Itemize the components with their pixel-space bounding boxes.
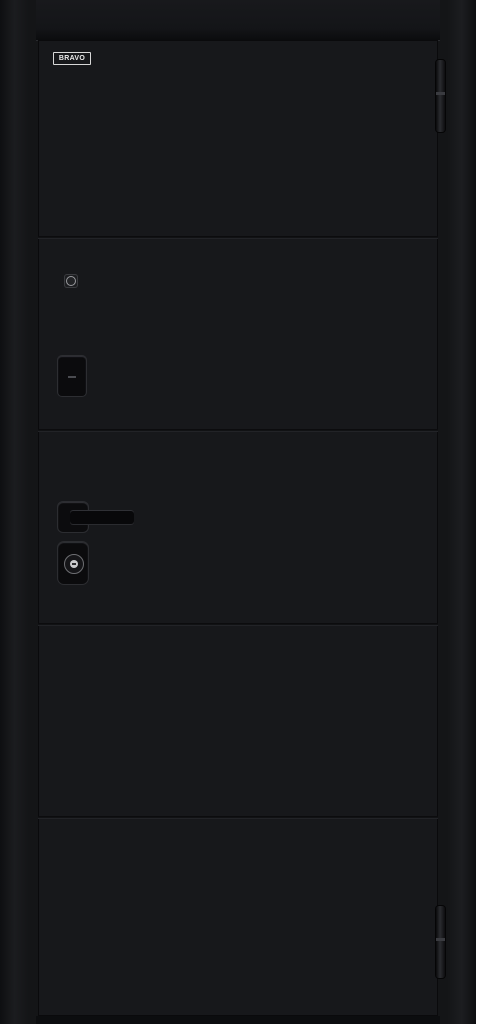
- lock-cylinder: [64, 554, 84, 574]
- hinge-knuckle: [436, 92, 445, 95]
- peephole-icon: [64, 274, 78, 288]
- panel-groove-1: [38, 236, 438, 239]
- hinge-knuckle: [436, 938, 445, 941]
- door-leaf: BRAVO: [38, 40, 438, 1016]
- lower-lock-cylinder-icon: [58, 542, 88, 584]
- door-handle-icon[interactable]: [70, 510, 134, 524]
- hinge-bottom-icon: [436, 906, 445, 978]
- hinge-top-icon: [436, 60, 445, 132]
- keyhole: [70, 560, 78, 568]
- upper-lock-slot: [68, 376, 76, 378]
- door-frame-bottom: [36, 1016, 440, 1024]
- upper-lock-icon: [58, 356, 86, 396]
- brand-logo: BRAVO: [53, 52, 91, 65]
- door-frame-top: [36, 0, 440, 41]
- panel-groove-4: [38, 816, 438, 819]
- panel-groove-2: [38, 429, 438, 432]
- keyway: [72, 563, 76, 565]
- peephole-lens: [66, 276, 76, 286]
- panel-groove-3: [38, 623, 438, 626]
